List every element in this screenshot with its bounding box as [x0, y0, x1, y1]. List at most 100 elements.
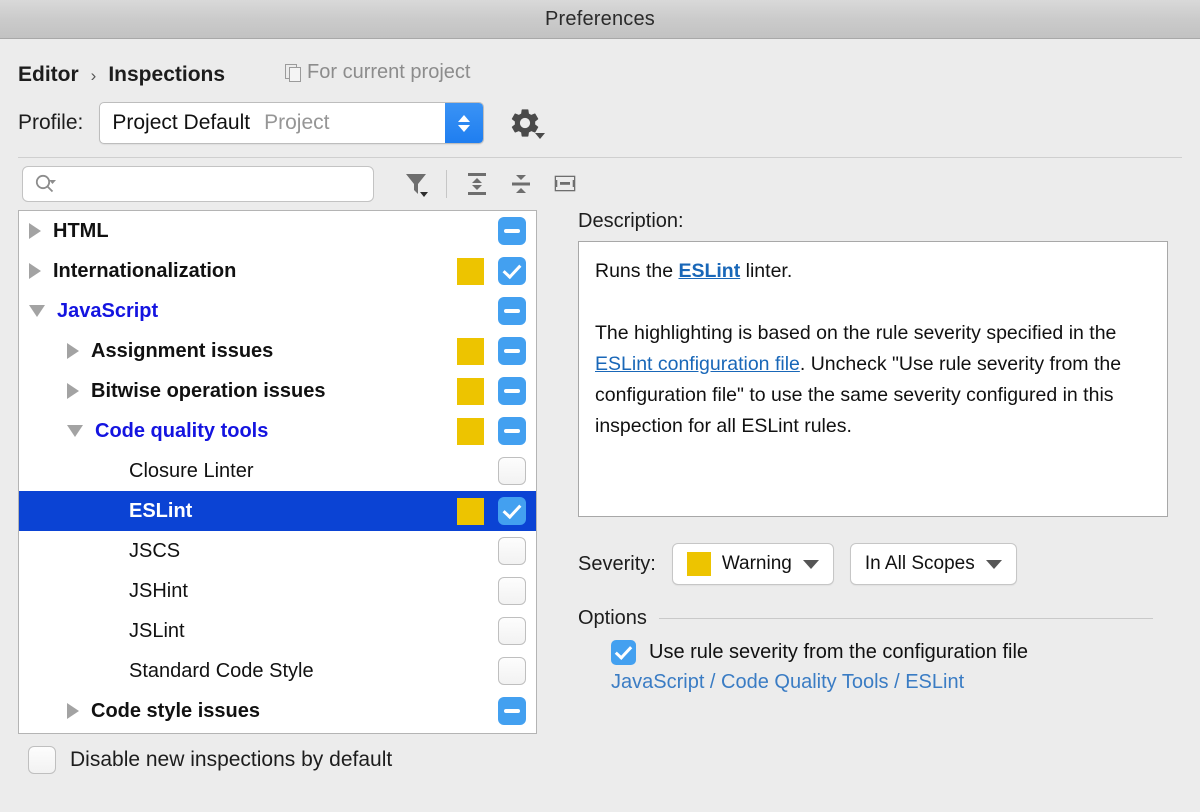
tree-row-closure-linter[interactable]: Closure Linter: [19, 451, 536, 491]
disable-new-inspections-checkbox[interactable]: [28, 746, 56, 774]
profile-settings-button[interactable]: [508, 106, 542, 140]
tree-row-html[interactable]: HTML: [19, 211, 536, 251]
preferences-content: Editor › Inspections For current project…: [0, 39, 1200, 811]
tree-row-label: Bitwise operation issues: [91, 380, 326, 403]
search-field[interactable]: [22, 166, 374, 202]
tree-row-checkbox[interactable]: [498, 617, 526, 645]
search-icon: [34, 173, 56, 195]
eslint-link[interactable]: ESLint: [678, 260, 740, 282]
profile-row: Profile: Project Default Project: [0, 93, 1200, 153]
inspections-tree[interactable]: HTML Internationalization JavaScript Assign…: [18, 210, 537, 734]
tree-row-javascript[interactable]: JavaScript: [19, 291, 536, 331]
twisty-spacer: [105, 585, 117, 597]
tree-row-controls: [457, 217, 526, 245]
tree-row-checkbox[interactable]: [498, 417, 526, 445]
chevron-right-icon[interactable]: [67, 703, 79, 719]
tree-row-checkbox[interactable]: [498, 657, 526, 685]
tree-row-controls: [457, 257, 526, 285]
inspection-path-link[interactable]: JavaScript / Code Quality Tools / ESLint: [578, 671, 1159, 694]
tree-row-code-style-issues[interactable]: Code style issues: [19, 691, 536, 731]
options-title: Options: [578, 607, 647, 630]
description-paragraph-2: The highlighting is based on the rule se…: [595, 318, 1151, 442]
breadcrumb-current: Inspections: [108, 63, 225, 87]
toolbar-icon-group: [394, 164, 587, 204]
scope-value: In All Scopes: [865, 553, 975, 575]
tree-row-label: Code style issues: [91, 700, 260, 723]
severity-value: Warning: [722, 553, 792, 575]
filter-button[interactable]: [394, 164, 438, 204]
scope-dropdown[interactable]: In All Scopes: [850, 543, 1017, 585]
gear-dropdown-caret-icon: [535, 133, 545, 139]
tree-row-jslint[interactable]: JSLint: [19, 611, 536, 651]
tree-row-label: Assignment issues: [91, 340, 273, 363]
severity-swatch: [457, 258, 484, 285]
collapse-all-icon: [507, 170, 535, 198]
show-only-enabled-button[interactable]: [543, 164, 587, 204]
tree-row-label: Code quality tools: [95, 420, 268, 443]
tree-row-checkbox[interactable]: [498, 697, 526, 725]
use-rule-severity-checkbox[interactable]: [611, 640, 636, 665]
tree-row-controls: [457, 697, 526, 725]
tree-row-checkbox[interactable]: [498, 457, 526, 485]
window-title: Preferences: [545, 8, 655, 31]
profile-combobox[interactable]: Project Default Project: [99, 102, 484, 144]
tree-row-checkbox[interactable]: [498, 537, 526, 565]
breadcrumb-root[interactable]: Editor: [18, 63, 79, 87]
tree-row-checkbox[interactable]: [498, 497, 526, 525]
tree-row-controls: [457, 377, 526, 405]
chevron-down-icon[interactable]: [67, 425, 83, 437]
tree-row-label: Internationalization: [53, 260, 236, 283]
profile-label: Profile:: [18, 111, 83, 135]
tree-row-jscs[interactable]: JSCS: [19, 531, 536, 571]
tree-row-eslint[interactable]: ESLint: [19, 491, 536, 531]
tree-row-controls: [457, 497, 526, 525]
tree-row-label: JSHint: [129, 580, 188, 603]
scope-indicator: For current project: [285, 61, 470, 84]
show-only-enabled-icon: [551, 170, 579, 198]
severity-swatch: [457, 378, 484, 405]
tree-row-assignment-issues[interactable]: Assignment issues: [19, 331, 536, 371]
tree-row-controls: [457, 417, 526, 445]
severity-dropdown[interactable]: Warning: [672, 543, 834, 585]
collapse-all-button[interactable]: [499, 164, 543, 204]
disable-new-inspections-row[interactable]: Disable new inspections by default: [0, 746, 1200, 774]
tree-row-label: JSLint: [129, 620, 185, 643]
toolbar-separator: [446, 170, 447, 198]
tree-row-code-quality-tools[interactable]: Code quality tools: [19, 411, 536, 451]
chevron-right-icon[interactable]: [29, 263, 41, 279]
description-paragraph-1: Runs the ESLint linter.: [595, 256, 1151, 287]
tree-row-controls: [457, 617, 526, 645]
tree-row-checkbox[interactable]: [498, 577, 526, 605]
expand-all-button[interactable]: [455, 164, 499, 204]
profile-selected-value: Project Default: [100, 111, 250, 135]
search-input[interactable]: [62, 174, 342, 194]
use-rule-severity-option[interactable]: Use rule severity from the configuration…: [578, 640, 1159, 665]
tree-row-standard-code-style[interactable]: Standard Code Style: [19, 651, 536, 691]
description-p2-pre: The highlighting is based on the rule se…: [595, 322, 1116, 344]
tree-row-checkbox[interactable]: [498, 377, 526, 405]
tree-row-internationalization[interactable]: Internationalization: [19, 251, 536, 291]
filter-icon: [403, 170, 429, 198]
eslint-config-file-link[interactable]: ESLint configuration file: [595, 353, 800, 375]
twisty-spacer: [105, 505, 117, 517]
copy-icon: [285, 64, 300, 81]
tree-row-controls: [457, 337, 526, 365]
chevron-down-icon[interactable]: [29, 305, 45, 317]
severity-color-swatch: [687, 552, 711, 576]
tree-row-checkbox[interactable]: [498, 337, 526, 365]
tree-row-checkbox[interactable]: [498, 217, 526, 245]
chevron-right-icon[interactable]: [29, 223, 41, 239]
tree-row-checkbox[interactable]: [498, 297, 526, 325]
tree-row-checkbox[interactable]: [498, 257, 526, 285]
tree-row-jshint[interactable]: JSHint: [19, 571, 536, 611]
twisty-spacer: [105, 625, 117, 637]
profile-stepper[interactable]: [445, 103, 483, 143]
chevron-right-icon[interactable]: [67, 383, 79, 399]
use-rule-severity-label: Use rule severity from the configuration…: [649, 641, 1028, 664]
twisty-spacer: [105, 545, 117, 557]
chevron-down-icon: [458, 125, 470, 132]
tree-row-bitwise-operation-issues[interactable]: Bitwise operation issues: [19, 371, 536, 411]
chevron-right-icon[interactable]: [67, 343, 79, 359]
disable-new-inspections-label: Disable new inspections by default: [70, 748, 392, 772]
tree-row-controls: [457, 297, 526, 325]
